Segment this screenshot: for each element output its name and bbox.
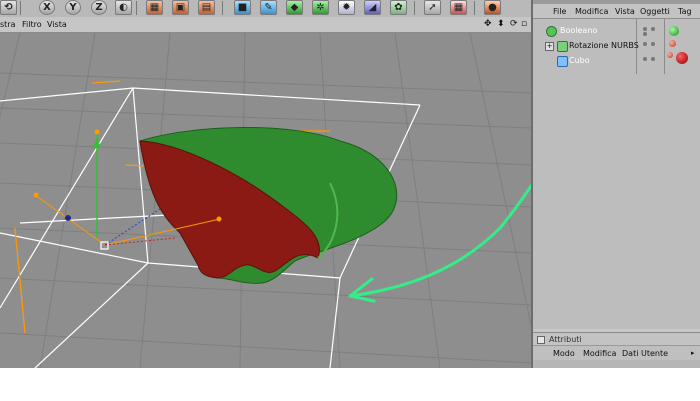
editor-visibility-dot[interactable]: [643, 27, 647, 31]
axis-y-label: Y: [69, 2, 77, 13]
undo-icon[interactable]: ⟲: [0, 0, 17, 15]
axis-z-label: Z: [95, 2, 103, 13]
object-label: Rotazione NURBS: [569, 41, 639, 50]
local-axis-handle[interactable]: [33, 192, 39, 198]
cube-primitive-icon[interactable]: ■: [234, 0, 251, 15]
render-visibility-dot[interactable]: [651, 42, 655, 46]
environment-icon[interactable]: ◢: [364, 0, 381, 15]
menu-modifica[interactable]: Modifica: [575, 7, 608, 16]
expand-toggle-icon[interactable]: +: [545, 42, 554, 51]
menu-file[interactable]: File: [553, 7, 566, 16]
attributes-title: Attributi: [549, 335, 582, 344]
toolbar-separator: [136, 1, 137, 15]
render-picture-viewer-icon[interactable]: ▤: [198, 0, 215, 15]
material-icon[interactable]: ●: [484, 0, 501, 15]
viewport-menu-item[interactable]: stra: [0, 20, 16, 29]
coordinate-system-icon[interactable]: ◐: [115, 0, 132, 15]
material-tag-icon[interactable]: [676, 52, 688, 64]
attributes-menu-dati-utente[interactable]: Dati Utente: [622, 349, 668, 358]
render-view-icon[interactable]: ▦: [146, 0, 163, 15]
viewport-menu-bar: stra Filtro Vista ✥ ⬍ ⟳ ▫: [0, 17, 531, 33]
move-view-icon[interactable]: ✥: [484, 19, 492, 29]
attributes-checkbox[interactable]: [537, 336, 545, 344]
object-label: Cubo: [569, 56, 590, 65]
object-row-cubo[interactable]: Cubo: [533, 52, 700, 68]
object-row-booleano[interactable]: Booleano: [533, 24, 700, 38]
right-panel: File Modifica Vista Oggetti Tag Booleano…: [531, 0, 700, 368]
zoom-view-icon[interactable]: ⬍: [497, 19, 505, 29]
axis-y-button[interactable]: Y: [65, 0, 81, 15]
editor-visibility-dot[interactable]: [643, 57, 647, 61]
3d-viewport[interactable]: [0, 33, 531, 368]
maximize-view-icon[interactable]: ▫: [521, 19, 527, 29]
attributes-menu-arrow-icon[interactable]: ▸: [691, 349, 695, 357]
spline-pen-icon[interactable]: ✎: [260, 0, 277, 15]
viewport-canvas[interactable]: [0, 33, 531, 368]
scene-icon[interactable]: ✿: [390, 0, 407, 15]
texture-tag-icon[interactable]: [669, 40, 676, 47]
object-row-rotazione-nurbs[interactable]: + Rotazione NURBS: [533, 39, 700, 53]
toolbar-separator: [414, 1, 415, 15]
array-icon[interactable]: ✲: [312, 0, 329, 15]
attributes-menu: Modo Modifica Dati Utente ▸: [533, 345, 700, 361]
main-toolbar: ⟲ X Y Z ◐ ▦ ▣ ▤ ■ ✎ ◆ ✲ ✹ ◢ ✿ ➚ ▦ ●: [0, 0, 531, 17]
toolbar-separator: [474, 1, 475, 15]
attributes-menu-modo[interactable]: Modo: [553, 349, 575, 358]
y-axis-handle[interactable]: [94, 129, 100, 135]
editor-visibility-dot[interactable]: [643, 42, 647, 46]
z-axis-handle[interactable]: [65, 215, 71, 221]
boolean-shape[interactable]: [139, 126, 398, 284]
attributes-body: [533, 360, 700, 368]
boolean-icon: [546, 26, 557, 37]
render-visibility-dot[interactable]: [651, 57, 655, 61]
menu-vista[interactable]: Vista: [615, 7, 635, 16]
nurbs-icon[interactable]: ◆: [286, 0, 303, 15]
cinema4d-window: ⟲ X Y Z ◐ ▦ ▣ ▤ ■ ✎ ◆ ✲ ✹ ◢ ✿ ➚ ▦ ● stra…: [0, 0, 700, 368]
attributes-header: Attributi: [533, 332, 700, 346]
viewport-menu-filtro[interactable]: Filtro: [22, 20, 42, 29]
x-axis-dashed: [104, 237, 176, 246]
object-list[interactable]: Booleano + Rotazione NURBS Cubo: [533, 19, 700, 329]
texture-tag-icon[interactable]: [667, 52, 673, 58]
object-manager-menu: File Modifica Vista Oggetti Tag: [533, 4, 700, 19]
render-region-icon[interactable]: ▣: [172, 0, 189, 15]
axis-x-button[interactable]: X: [39, 0, 55, 15]
x-axis-handle[interactable]: [216, 216, 222, 222]
rotate-view-icon[interactable]: ⟳: [510, 19, 518, 29]
lathe-nurbs-icon: [557, 41, 568, 52]
toolbar-separator: [222, 1, 223, 15]
menu-tag[interactable]: Tag: [678, 7, 692, 16]
camera-icon[interactable]: ➚: [424, 0, 441, 15]
axis-z-button[interactable]: Z: [91, 0, 107, 15]
viewport-menu-vista[interactable]: Vista: [47, 20, 67, 29]
deformer-icon[interactable]: ✹: [338, 0, 355, 15]
light-icon[interactable]: ▦: [450, 0, 467, 15]
attributes-menu-modifica[interactable]: Modifica: [583, 349, 616, 358]
cube-icon: [557, 56, 568, 67]
object-label: Booleano: [560, 26, 598, 35]
enabled-dot[interactable]: [643, 32, 647, 36]
menu-oggetti[interactable]: Oggetti: [640, 7, 670, 16]
axis-x-label: X: [43, 2, 51, 13]
toolbar-separator: [20, 1, 21, 15]
render-visibility-dot[interactable]: [651, 27, 655, 31]
phong-tag-icon[interactable]: [669, 26, 679, 36]
